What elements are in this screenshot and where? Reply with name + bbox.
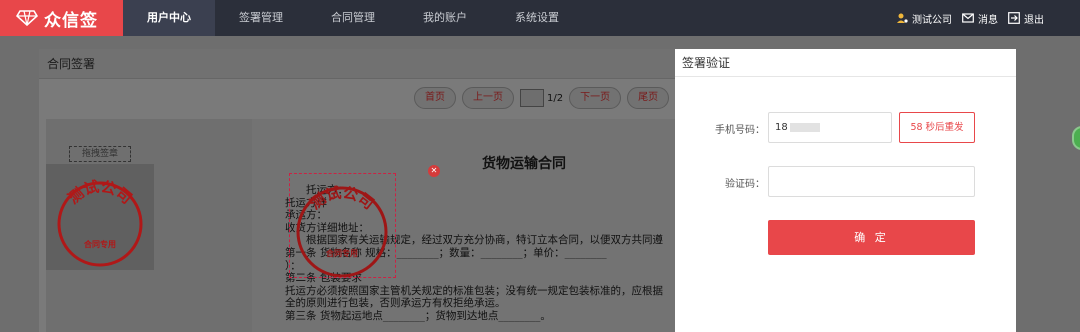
- doc-line: 全的原则进行包装，否则承运方有权拒绝承运。: [285, 297, 506, 310]
- messages-label: 消息: [978, 14, 998, 26]
- page-indicator: 1/2: [520, 89, 563, 107]
- logout-link[interactable]: 退出: [1008, 11, 1044, 26]
- nav-item-contract-management[interactable]: 合同管理: [307, 0, 399, 36]
- envelope-icon: [962, 13, 974, 23]
- nav-item-my-account[interactable]: 我的账户: [399, 0, 491, 36]
- main-nav: 用户中心 签署管理 合同管理 我的账户 系统设置: [123, 0, 583, 36]
- logout-icon: [1008, 12, 1020, 24]
- masked-digits: [789, 122, 820, 132]
- seal-purpose-text: 合同专用: [83, 239, 116, 249]
- dialog-title: 签署验证: [675, 49, 1016, 77]
- nav-item-sign-management[interactable]: 签署管理: [215, 0, 307, 36]
- nav-item-system-settings[interactable]: 系统设置: [491, 0, 583, 36]
- document-title: 货物运输合同: [482, 156, 566, 172]
- stamp-palette: 拖拽签章 测试公司 合同专用: [46, 119, 252, 332]
- logo[interactable]: 众信签: [0, 0, 123, 36]
- verification-code-input[interactable]: [768, 166, 975, 197]
- side-floating-badge[interactable]: [1072, 126, 1080, 150]
- nav-right-actions: 测试公司 消息 退出: [886, 0, 1044, 36]
- doc-line: 托运方必须按照国家主管机关规定的标准包装；没有统一规定包装标准的，应根据: [285, 284, 663, 297]
- top-navbar: 众信签 用户中心 签署管理 合同管理 我的账户 系统设置 测试公司 消息 退出: [0, 0, 1080, 36]
- page-number-input[interactable]: [520, 89, 544, 107]
- company-name: 测试公司: [912, 14, 952, 26]
- logout-label: 退出: [1024, 14, 1044, 26]
- resend-code-button[interactable]: 58 秒后重发: [899, 112, 975, 143]
- remove-stamp-close-icon[interactable]: ✕: [428, 165, 440, 177]
- next-page-button[interactable]: 下一页: [569, 87, 622, 109]
- doc-line: 第三条 货物起运地点________；货物到达地点________。: [285, 309, 551, 322]
- user-icon: [897, 13, 908, 23]
- logo-text: 众信签: [44, 10, 98, 31]
- sign-verify-dialog: 签署验证 手机号码： 18 58 秒后重发 验证码： 确 定: [675, 49, 1016, 332]
- code-label: 验证码：: [725, 179, 765, 190]
- last-page-button[interactable]: 尾页: [627, 87, 670, 109]
- company-seal-icon[interactable]: 测试公司 合同专用: [46, 164, 154, 270]
- confirm-button[interactable]: 确 定: [768, 220, 975, 255]
- diamond-logo-icon: [16, 10, 38, 26]
- first-page-button[interactable]: 首页: [414, 87, 456, 109]
- stamp-thumbnail[interactable]: 测试公司 合同专用: [46, 164, 154, 270]
- phone-input[interactable]: 18: [768, 112, 892, 143]
- panel-title: 合同签署: [39, 49, 679, 79]
- drag-stamp-label: 拖拽签章: [69, 146, 131, 162]
- prev-page-button[interactable]: 上一页: [462, 87, 514, 109]
- placed-seal-icon[interactable]: 测试公司 合同专用: [290, 174, 395, 278]
- placed-stamp-selection[interactable]: 测试公司 合同专用: [289, 173, 396, 278]
- page-count: 1/2: [547, 92, 564, 104]
- phone-value: 18: [775, 122, 788, 133]
- phone-label: 手机号码：: [715, 125, 765, 136]
- pager: 首页 上一页 1/2 下一页 尾页: [414, 87, 670, 109]
- messages-link[interactable]: 消息: [962, 11, 998, 26]
- company-menu[interactable]: 测试公司: [896, 11, 952, 26]
- nav-item-user-center[interactable]: 用户中心: [123, 0, 215, 36]
- placed-seal-purpose-text: 合同专用: [325, 248, 358, 258]
